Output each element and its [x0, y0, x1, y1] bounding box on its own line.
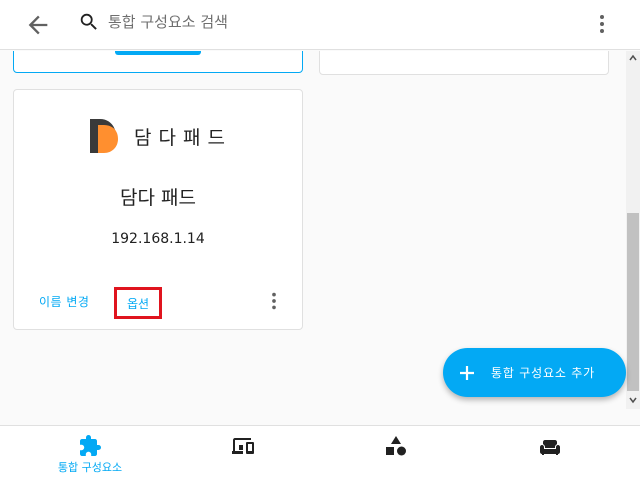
integration-card-partial — [319, 51, 609, 75]
rename-button[interactable]: 이름 변경 — [39, 293, 89, 310]
top-app-bar — [0, 0, 640, 50]
sofa-icon — [540, 440, 560, 455]
magnify-icon — [80, 13, 97, 30]
options-button[interactable]: 옵션 — [114, 287, 162, 319]
logo-text: 담다패드 — [134, 126, 232, 149]
options-label: 옵션 — [126, 296, 150, 311]
nav-item-integrations[interactable]: 통합 구성요소 — [10, 426, 170, 480]
nav-item-areas[interactable] — [470, 426, 630, 480]
bottom-navigation: 통합 구성요소 — [0, 425, 640, 480]
arrow-left-icon[interactable] — [24, 11, 52, 39]
scroll-down-arrow-icon[interactable] — [626, 393, 640, 407]
nav-item-entities[interactable] — [316, 426, 476, 480]
scrollbar-thumb[interactable] — [627, 213, 639, 391]
damda-logo-icon — [90, 119, 118, 153]
integration-ip: 192.168.1.14 — [111, 231, 205, 247]
add-integration-label: 통합 구성요소 추가 — [491, 366, 595, 380]
integration-card-partial — [13, 51, 303, 73]
configure-button-partial[interactable] — [115, 51, 201, 55]
nav-label-integrations: 통합 구성요소 — [57, 461, 123, 474]
nav-item-devices[interactable] — [164, 426, 324, 480]
integration-card: 담다패드 담다 패드 192.168.1.14 이름 변경 옵션 — [13, 89, 303, 330]
integration-logo: 담다패드 — [88, 119, 232, 153]
devices-icon — [232, 438, 254, 454]
dots-vertical-icon[interactable] — [590, 12, 614, 36]
shapes-icon — [386, 436, 406, 456]
scrollbar[interactable] — [626, 51, 640, 409]
plus-icon — [460, 365, 474, 380]
puzzle-icon — [80, 435, 101, 456]
dots-vertical-icon[interactable] — [263, 290, 285, 312]
add-integration-button[interactable]: 통합 구성요소 추가 — [443, 348, 626, 397]
search-input[interactable] — [108, 8, 548, 36]
scroll-up-arrow-icon[interactable] — [626, 51, 640, 65]
integration-title: 담다 패드 — [120, 187, 196, 209]
